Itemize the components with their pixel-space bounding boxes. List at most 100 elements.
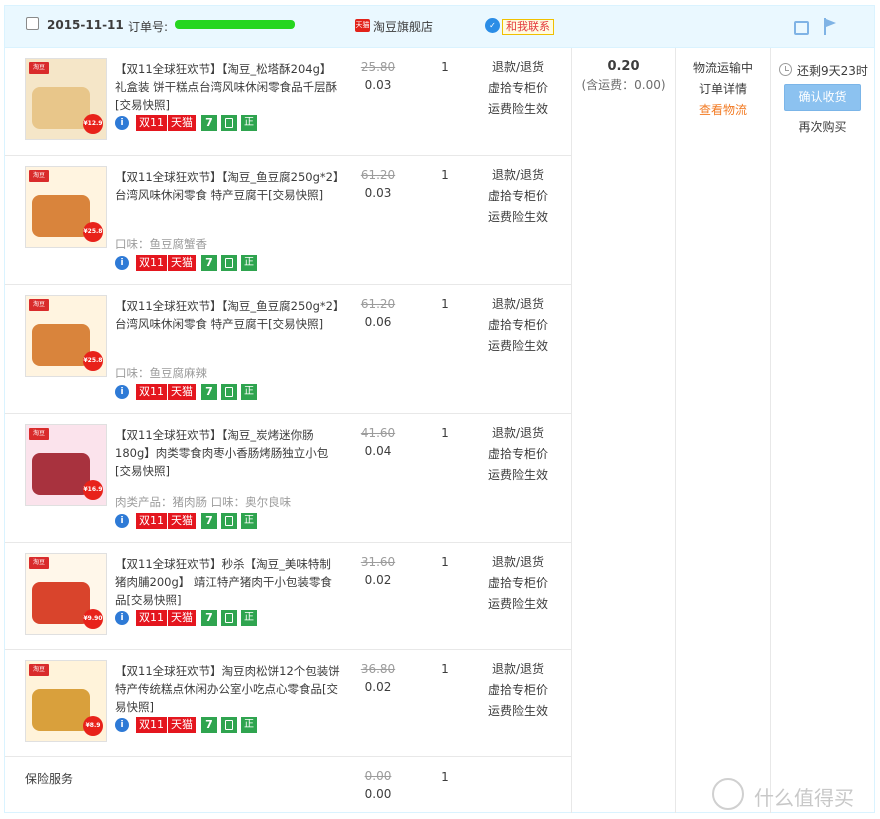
thumbnail-price-tag: ¥8.9 xyxy=(83,716,103,736)
shipping-insurance-status: 运费险生效 xyxy=(487,210,548,224)
product-image xyxy=(32,195,90,237)
seven-day-return-icon: 7 xyxy=(201,115,217,131)
wangwang-chat-icon[interactable]: ✓ xyxy=(485,18,500,33)
counter-price-link[interactable]: 虚拾专柜价 xyxy=(483,315,553,336)
order-checkbox[interactable] xyxy=(26,17,39,30)
double11-badge: 双11 xyxy=(136,717,167,733)
original-price: 41.60 xyxy=(360,426,396,440)
thumbnail-price-tag: ¥25.8 xyxy=(83,351,103,371)
product-image xyxy=(32,453,90,495)
actual-price: 0.02 xyxy=(364,680,392,694)
seven-day-return-icon: 7 xyxy=(201,255,217,271)
seven-day-return-icon: 7 xyxy=(201,717,217,733)
counter-price-link[interactable]: 虚拾专柜价 xyxy=(483,444,553,465)
view-logistics-link[interactable]: 查看物流 xyxy=(676,100,770,121)
info-icon[interactable]: i xyxy=(115,116,129,130)
share-icon[interactable] xyxy=(794,21,809,35)
clock-icon xyxy=(779,63,792,76)
actual-price: 0.06 xyxy=(364,315,392,329)
product-title-link[interactable]: 【双11全球狂欢节】【淘豆_炭烤迷你肠180g】肉类零食肉枣小香肠烤肠独立小包[… xyxy=(115,426,340,480)
counter-price-link[interactable]: 虚拾专柜价 xyxy=(483,78,553,99)
product-thumbnail[interactable]: 淘豆 ¥25.8 xyxy=(25,295,107,377)
product-image xyxy=(32,87,90,129)
service-links: 退款/退货 虚拾专柜价 运费险生效 xyxy=(483,294,553,357)
product-thumbnail[interactable]: 淘豆 ¥12.9 xyxy=(25,58,107,140)
original-price: 61.20 xyxy=(360,297,396,311)
order-item-row: 淘豆 ¥25.8 【双11全球狂欢节】【淘豆_鱼豆腐250g*2】台湾风味休闲零… xyxy=(5,156,571,285)
order-card: 2015-11-11 订单号: 天猫 淘豆旗舰店 ✓ 和我联系 淘豆 ¥12.9… xyxy=(4,5,875,813)
product-title-link[interactable]: 【双11全球狂欢节】【淘豆_鱼豆腐250g*2】台湾风味休闲零食 特产豆腐干[交… xyxy=(115,168,340,204)
confirm-receipt-button[interactable]: 确认收货 xyxy=(784,84,861,111)
thumbnail-price-tag: ¥25.8 xyxy=(83,222,103,242)
original-price: 61.20 xyxy=(360,168,396,182)
counter-price-link[interactable]: 虚拾专柜价 xyxy=(483,680,553,701)
service-badges: i 双11 天猫 7 正 xyxy=(115,717,257,733)
product-thumbnail[interactable]: 淘豆 ¥25.8 xyxy=(25,166,107,248)
info-icon[interactable]: i xyxy=(115,514,129,528)
product-title-link[interactable]: 【双11全球狂欢节】淘豆肉松饼12个包装饼特产传统糕点休闲办公室小吃点心零食品[… xyxy=(115,662,340,716)
refund-return-link[interactable]: 退款/退货 xyxy=(483,552,553,573)
brand-logo: 淘豆 xyxy=(29,62,49,74)
seven-day-return-icon: 7 xyxy=(201,384,217,400)
buy-again-link[interactable]: 再次购买 xyxy=(771,118,874,135)
refund-return-link[interactable]: 退款/退货 xyxy=(483,57,553,78)
order-detail-link[interactable]: 订单详情 xyxy=(676,79,770,100)
credit-card-icon xyxy=(221,115,237,131)
product-attribute: 口味：鱼豆腐蟹香 xyxy=(115,237,207,251)
insurance-quantity: 1 xyxy=(441,770,449,784)
credit-card-icon xyxy=(221,717,237,733)
product-thumbnail[interactable]: 淘豆 ¥16.9 xyxy=(25,424,107,506)
tmall-badge: 天猫 xyxy=(167,255,196,271)
order-number-redacted xyxy=(175,20,295,29)
product-image xyxy=(32,324,90,366)
service-links: 退款/退货 虚拾专柜价 运费险生效 xyxy=(483,552,553,615)
actual-price: 0.03 xyxy=(364,186,392,200)
refund-return-link[interactable]: 退款/退货 xyxy=(483,423,553,444)
service-links: 退款/退货 虚拾专柜价 运费险生效 xyxy=(483,423,553,486)
product-title-link[interactable]: 【双11全球狂欢节】【淘豆_松塔酥204g】礼盒装 饼干糕点台湾风味休闲零食品千… xyxy=(115,60,340,114)
refund-return-link[interactable]: 退款/退货 xyxy=(483,659,553,680)
info-icon[interactable]: i xyxy=(115,718,129,732)
thumbnail-price-tag: ¥16.9 xyxy=(83,480,103,500)
counter-price-link[interactable]: 虚拾专柜价 xyxy=(483,186,553,207)
service-badges: i 双11 天猫 7 正 xyxy=(115,255,257,271)
insurance-original-price: 0.00 xyxy=(364,769,392,783)
insurance-label: 保险服务 xyxy=(25,772,74,786)
brand-logo: 淘豆 xyxy=(29,299,49,311)
flag-icon[interactable] xyxy=(823,18,837,35)
thumbnail-price-tag: ¥9.90 xyxy=(83,609,103,629)
double11-badge: 双11 xyxy=(136,115,167,131)
order-number-label: 订单号: xyxy=(128,20,169,34)
column-divider xyxy=(770,48,771,813)
shipping-insurance-status: 运费险生效 xyxy=(487,102,548,116)
credit-card-icon xyxy=(221,513,237,529)
double11-badge: 双11 xyxy=(136,610,167,626)
counter-price-link[interactable]: 虚拾专柜价 xyxy=(483,573,553,594)
tmall-badge: 天猫 xyxy=(167,384,196,400)
info-icon[interactable]: i xyxy=(115,256,129,270)
refund-return-link[interactable]: 退款/退货 xyxy=(483,165,553,186)
product-title-link[interactable]: 【双11全球狂欢节】【淘豆_鱼豆腐250g*2】台湾风味休闲零食 特产豆腐干[交… xyxy=(115,297,340,333)
quantity: 1 xyxy=(441,555,449,569)
status-column: 物流运输中 订单详情 查看物流 xyxy=(676,58,770,121)
info-icon[interactable]: i xyxy=(115,385,129,399)
watermark-logo-icon xyxy=(712,778,744,810)
credit-card-icon xyxy=(221,255,237,271)
quantity: 1 xyxy=(441,662,449,676)
quantity: 1 xyxy=(441,426,449,440)
original-price: 31.60 xyxy=(360,555,396,569)
product-thumbnail[interactable]: 淘豆 ¥8.9 xyxy=(25,660,107,742)
order-header: 2015-11-11 订单号: 天猫 淘豆旗舰店 ✓ 和我联系 xyxy=(5,6,874,48)
shipping-insurance-status: 运费险生效 xyxy=(487,704,548,718)
brand-logo: 淘豆 xyxy=(29,170,49,182)
credit-card-icon xyxy=(221,384,237,400)
shop-name-link[interactable]: 淘豆旗舰店 xyxy=(373,18,433,35)
thumbnail-price-tag: ¥12.9 xyxy=(83,114,103,134)
refund-return-link[interactable]: 退款/退货 xyxy=(483,294,553,315)
original-price: 36.80 xyxy=(360,662,396,676)
product-thumbnail[interactable]: 淘豆 ¥9.90 xyxy=(25,553,107,635)
info-icon[interactable]: i xyxy=(115,611,129,625)
product-title-link[interactable]: 【双11全球狂欢节】秒杀【淘豆_美味特制猪肉脯200g】 靖江特产猪肉干小包装零… xyxy=(115,555,340,609)
contact-me-button[interactable]: 和我联系 xyxy=(502,19,554,35)
tmall-badge: 天猫 xyxy=(167,513,196,529)
